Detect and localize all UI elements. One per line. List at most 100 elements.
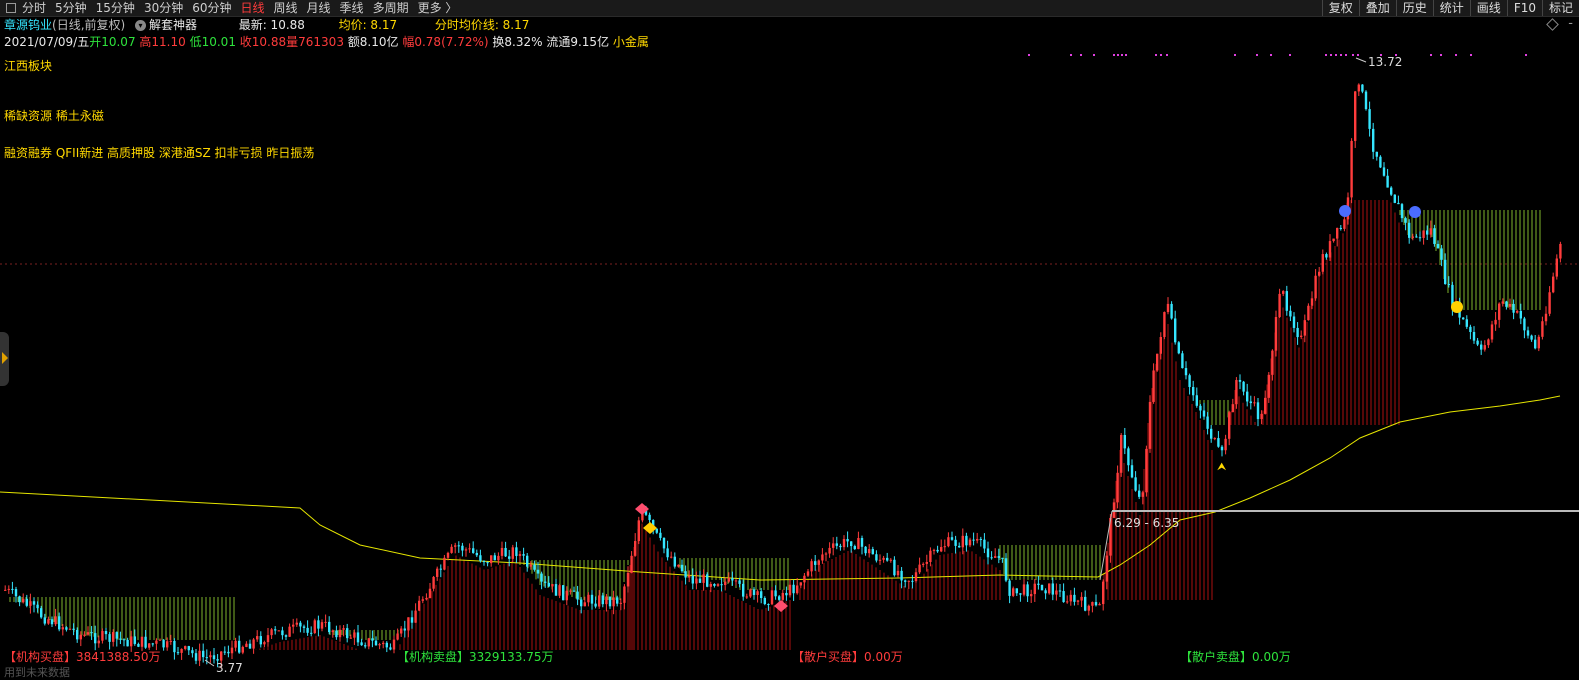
candle — [7, 585, 10, 594]
candle — [1224, 434, 1227, 455]
candle — [1465, 315, 1468, 329]
candle — [428, 583, 432, 599]
candle — [832, 537, 835, 556]
candle — [742, 579, 745, 601]
overlay-button[interactable]: 叠加 — [1358, 0, 1396, 16]
candle — [151, 642, 154, 647]
signal-dot — [1380, 54, 1382, 56]
candle — [616, 595, 619, 607]
tab-more[interactable]: 更多 〉 — [418, 0, 458, 16]
price-annotations: 13.72 3.77 6.29 - 6.35 — [204, 55, 1402, 675]
candle — [79, 631, 82, 647]
candle — [263, 640, 266, 648]
candle — [443, 554, 446, 571]
candle — [1055, 583, 1058, 601]
retail-sell: 【散户卖盘】0.00万 — [1180, 650, 1291, 664]
candle — [288, 623, 291, 638]
candle — [1440, 244, 1443, 267]
candle — [378, 642, 381, 650]
candle — [227, 645, 230, 658]
candle — [792, 579, 795, 601]
jietao-link[interactable]: 解套神器 — [149, 18, 197, 32]
concept-tags[interactable]: 稀缺资源 稀土永磁 — [4, 107, 104, 124]
industry-label[interactable]: 小金属 — [613, 35, 649, 49]
tab-5min[interactable]: 5分钟 — [55, 0, 87, 16]
candle — [605, 594, 608, 612]
adjust-button[interactable]: 复权 — [1321, 0, 1359, 16]
tab-monthly[interactable]: 月线 — [307, 0, 331, 16]
candle — [1364, 90, 1368, 111]
candle — [864, 546, 867, 556]
candle — [18, 595, 21, 607]
close-icon[interactable]: - — [1568, 16, 1573, 31]
tab-quarterly[interactable]: 季线 — [340, 0, 364, 16]
candle — [803, 572, 806, 590]
diamond-icon[interactable] — [1546, 18, 1559, 31]
candle — [389, 643, 392, 651]
tab-15min[interactable]: 15分钟 — [96, 0, 135, 16]
candle — [410, 610, 414, 629]
buy-signal-icon: ⮝ — [1217, 460, 1227, 473]
candle — [652, 519, 655, 535]
expand-arrow-icon[interactable] — [2, 352, 8, 364]
close-label: 收10.88 — [239, 35, 287, 49]
candle — [457, 541, 460, 553]
candle — [1393, 194, 1396, 204]
jietao-dropdown-icon[interactable]: ▾ — [135, 20, 147, 31]
candle — [698, 570, 702, 583]
candle — [1256, 397, 1260, 427]
candle — [857, 531, 860, 550]
candle — [947, 532, 950, 548]
stock-info-line: 章源钨业(日线,前复权) ▾ 解套神器 最新: 10.88 均价: 8.17 分时… — [4, 17, 529, 33]
candle — [432, 575, 435, 592]
candle — [1418, 231, 1422, 242]
tab-intraday[interactable]: 分时 — [22, 0, 46, 16]
signal-dot — [1357, 54, 1359, 56]
candle — [1037, 576, 1040, 590]
mark-button[interactable]: 标记 — [1541, 0, 1579, 16]
high-label: 高11.10 — [139, 35, 186, 49]
candle — [284, 634, 288, 641]
sector-tag[interactable]: 江西板块 — [4, 57, 52, 74]
candle — [1523, 316, 1526, 339]
candle — [1350, 138, 1353, 204]
tab-weekly[interactable]: 周线 — [274, 0, 298, 16]
candle — [1184, 361, 1188, 380]
candle — [1008, 578, 1011, 604]
candle — [112, 629, 115, 647]
candle — [374, 636, 378, 646]
tab-30min[interactable]: 30分钟 — [144, 0, 183, 16]
candle — [868, 544, 871, 558]
kline-chart[interactable]: ⮝ 13.72 3.77 6.29 - 6.35 — [0, 0, 1579, 678]
candle — [515, 541, 518, 563]
signal-dot — [1430, 54, 1432, 56]
candle — [554, 578, 558, 596]
stats-button[interactable]: 统计 — [1432, 0, 1470, 16]
tab-daily[interactable]: 日线 — [241, 0, 265, 16]
candle — [900, 567, 903, 589]
candle — [245, 641, 248, 648]
feature-tags[interactable]: 融资融券 QFII新进 高质押股 深港通SZ 扣非亏损 昨日振荡 — [4, 144, 314, 161]
candle — [205, 649, 208, 665]
candle — [274, 626, 277, 635]
tab-multi-period[interactable]: 多周期 — [373, 0, 409, 16]
candle — [540, 571, 543, 590]
sad-face-icon — [1339, 205, 1421, 218]
candle — [1490, 320, 1494, 343]
candle — [637, 516, 640, 545]
candle — [677, 564, 680, 568]
window-icon[interactable] — [6, 3, 16, 13]
stock-name[interactable]: 章源钨业 — [4, 18, 52, 32]
candle — [508, 549, 511, 567]
candle — [806, 569, 810, 577]
candle — [749, 588, 752, 598]
candle — [558, 583, 561, 599]
draw-line-button[interactable]: 画线 — [1469, 0, 1507, 16]
candle — [641, 504, 644, 523]
candle — [328, 616, 331, 635]
candle — [1454, 298, 1458, 311]
history-button[interactable]: 历史 — [1395, 0, 1433, 16]
candle — [187, 645, 190, 656]
tab-60min[interactable]: 60分钟 — [192, 0, 231, 16]
f10-button[interactable]: F10 — [1506, 0, 1542, 16]
